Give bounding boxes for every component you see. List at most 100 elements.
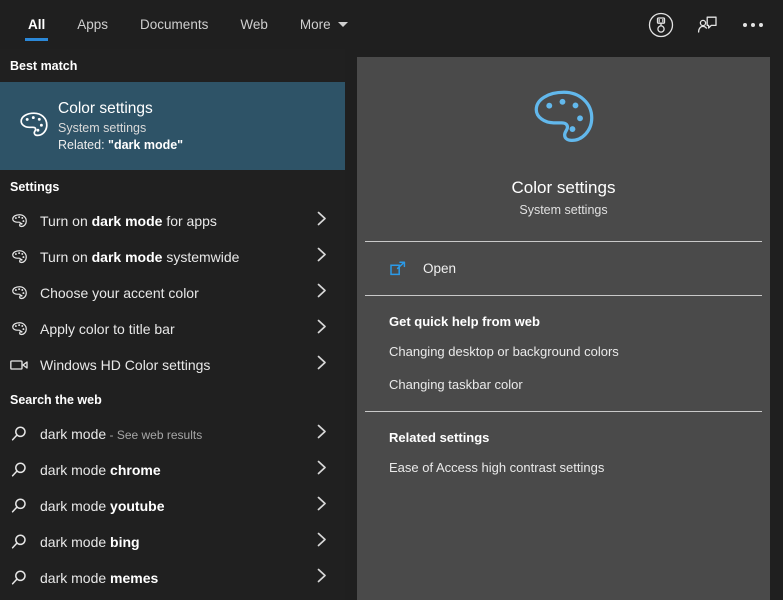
web-row-dark-mode-chrome[interactable]: dark mode chrome [0, 452, 345, 488]
search-icon [10, 461, 40, 479]
tab-more-label: More [300, 17, 331, 32]
related-settings-link[interactable]: Ease of Access high contrast settings [357, 451, 770, 484]
web-row-label: dark mode - See web results [40, 426, 202, 442]
external-link-icon [389, 260, 423, 278]
settings-row-label: Apply color to title bar [40, 321, 175, 337]
search-the-web-header: Search the web [0, 383, 345, 416]
web-row-label: dark mode youtube [40, 498, 165, 514]
palette-icon [525, 81, 603, 164]
preview-hero: Color settings System settings [357, 57, 770, 241]
palette-icon [10, 248, 40, 267]
tab-apps[interactable]: Apps [61, 0, 124, 49]
spacer [357, 401, 770, 411]
tab-web-label: Web [240, 17, 268, 32]
chevron-right-icon [317, 355, 327, 376]
chevron-right-icon [317, 319, 327, 340]
web-row-see-web-results[interactable]: dark mode - See web results [0, 416, 345, 452]
tab-documents-label: Documents [140, 17, 208, 32]
label-prefix: dark mode [40, 570, 110, 586]
palette-icon [10, 212, 40, 231]
preview-subtitle: System settings [519, 203, 607, 217]
tab-all-label: All [28, 17, 45, 32]
best-match-related-prefix: Related: [58, 138, 108, 152]
label-prefix: dark mode [40, 426, 106, 442]
label-suffix: - See web results [106, 428, 202, 442]
tab-web[interactable]: Web [224, 0, 284, 49]
label-bold: memes [110, 570, 158, 586]
chevron-right-icon [317, 568, 327, 589]
preview-card: Color settings System settings Open Get … [357, 57, 770, 600]
open-action-label: Open [423, 261, 456, 276]
palette-icon [10, 320, 40, 339]
tab-apps-label: Apps [77, 17, 108, 32]
web-row-label: dark mode chrome [40, 462, 161, 478]
best-match-result[interactable]: Color settings System settings Related: … [0, 82, 345, 170]
account-avatar-icon[interactable] [641, 5, 681, 45]
label-suffix: for apps [162, 213, 216, 229]
search-results-window: All Apps Documents Web More [0, 0, 783, 600]
best-match-related-term: "dark mode" [108, 138, 183, 152]
tab-all[interactable]: All [12, 0, 61, 49]
search-icon [10, 425, 40, 443]
chevron-right-icon [317, 496, 327, 517]
top-bar-icons [641, 0, 773, 49]
label-prefix: dark mode [40, 498, 110, 514]
chevron-down-icon [338, 22, 348, 27]
quick-help-link[interactable]: Changing desktop or background colors [357, 335, 770, 368]
web-row-dark-mode-memes[interactable]: dark mode memes [0, 560, 345, 596]
related-settings-title: Related settings [389, 430, 770, 445]
chevron-right-icon [317, 424, 327, 445]
tab-documents[interactable]: Documents [124, 0, 224, 49]
open-action[interactable]: Open [357, 242, 770, 295]
label-bold: dark mode [92, 213, 163, 229]
feedback-icon[interactable] [687, 5, 727, 45]
settings-row-dark-mode-apps[interactable]: Turn on dark mode for apps [0, 203, 345, 239]
video-camera-icon [10, 357, 40, 373]
search-icon [10, 497, 40, 515]
web-row-dark-mode-youtube[interactable]: dark mode youtube [0, 488, 345, 524]
best-match-related: Related: "dark mode" [58, 138, 183, 152]
best-match-header: Best match [0, 49, 345, 82]
more-options-icon[interactable] [733, 5, 773, 45]
label-prefix: dark mode [40, 462, 110, 478]
settings-row-label: Turn on dark mode for apps [40, 213, 217, 229]
label-prefix: Turn on [40, 249, 92, 265]
chevron-right-icon [317, 283, 327, 304]
label-bold: bing [110, 534, 140, 550]
tab-more[interactable]: More [284, 0, 364, 49]
quick-help-title: Get quick help from web [389, 314, 770, 329]
related-settings-section-header: Related settings [357, 412, 770, 451]
chevron-right-icon [317, 532, 327, 553]
best-match-subtitle: System settings [58, 121, 183, 135]
label-bold: dark mode [92, 249, 163, 265]
label-bold: chrome [110, 462, 161, 478]
web-row-label: dark mode bing [40, 534, 140, 550]
chevron-right-icon [317, 460, 327, 481]
search-icon [10, 569, 40, 587]
preview-title: Color settings [512, 178, 616, 198]
settings-row-label: Turn on dark mode systemwide [40, 249, 239, 265]
settings-header: Settings [0, 170, 345, 203]
settings-row-hd-color[interactable]: Windows HD Color settings [0, 347, 345, 383]
best-match-title: Color settings [58, 100, 183, 118]
settings-row-title-bar-color[interactable]: Apply color to title bar [0, 311, 345, 347]
chevron-right-icon [317, 211, 327, 232]
quick-help-section-header: Get quick help from web [357, 296, 770, 335]
palette-icon [10, 108, 58, 144]
web-row-dark-mode-bing[interactable]: dark mode bing [0, 524, 345, 560]
best-match-text: Color settings System settings Related: … [58, 100, 183, 152]
top-navigation-bar: All Apps Documents Web More [0, 0, 783, 49]
label-prefix: Turn on [40, 213, 92, 229]
label-prefix: dark mode [40, 534, 110, 550]
settings-row-label: Choose your accent color [40, 285, 199, 301]
label-bold: youtube [110, 498, 164, 514]
search-scope-tabs: All Apps Documents Web More [0, 0, 364, 49]
settings-row-dark-mode-systemwide[interactable]: Turn on dark mode systemwide [0, 239, 345, 275]
settings-row-accent-color[interactable]: Choose your accent color [0, 275, 345, 311]
settings-row-label: Windows HD Color settings [40, 357, 210, 373]
quick-help-link[interactable]: Changing taskbar color [357, 368, 770, 401]
label-suffix: systemwide [162, 249, 239, 265]
results-list: Best match Color settings System setting… [0, 49, 345, 600]
web-row-label: dark mode memes [40, 570, 158, 586]
chevron-right-icon [317, 247, 327, 268]
